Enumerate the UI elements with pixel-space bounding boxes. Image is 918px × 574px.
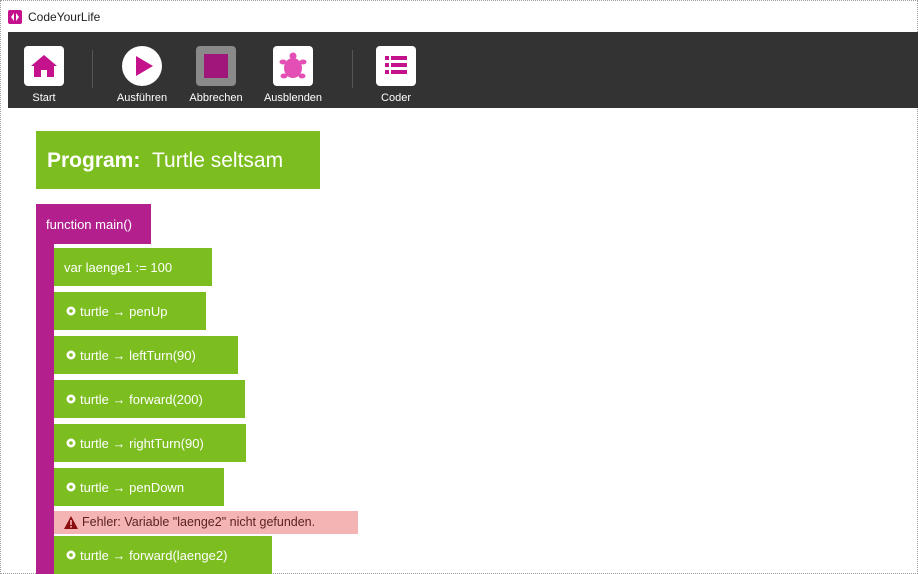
statement-block[interactable]: turtle → rightTurn(90): [54, 424, 246, 462]
start-button[interactable]: Start: [22, 32, 66, 108]
toolbar-separator: [92, 50, 93, 88]
statement-text: turtle → forward(200): [80, 392, 203, 407]
gear-icon: [65, 305, 77, 317]
gear-icon: [65, 349, 77, 361]
run-button[interactable]: Ausführen: [112, 32, 172, 108]
error-message: Fehler: Variable "laenge2" nicht gefunde…: [54, 511, 358, 534]
start-button-label: Start: [32, 92, 56, 104]
coder-button-label: Coder: [381, 92, 411, 104]
function-body-bar: [36, 204, 54, 574]
program-label: Program:: [47, 149, 141, 172]
statement-text: turtle → leftTurn(90): [80, 348, 196, 363]
hide-button-label: Ausblenden: [263, 92, 323, 104]
statement-text: var laenge1 := 100: [64, 260, 173, 275]
statement-text: turtle → penDown: [80, 480, 185, 495]
statement-block[interactable]: var laenge1 := 100: [54, 248, 212, 286]
app-logo-icon: [8, 10, 22, 24]
play-icon: [122, 46, 162, 86]
warning-icon: [64, 516, 78, 529]
cancel-button[interactable]: Abbrechen: [186, 32, 246, 108]
turtle-icon: [273, 46, 313, 86]
statement-block[interactable]: turtle → leftTurn(90): [54, 336, 238, 374]
gear-icon: [65, 481, 77, 493]
title-bar: CodeYourLife: [1, 1, 917, 31]
toolbar: Start Ausführen Abbrechen Ausblenden Cod…: [8, 32, 918, 108]
function-header-label: function main(): [46, 217, 132, 232]
statement-text: turtle → penUp: [80, 304, 168, 319]
stop-icon: [196, 46, 236, 86]
program-header-block[interactable]: Program: Turtle seltsam: [36, 131, 320, 189]
error-text: Fehler: Variable "laenge2" nicht gefunde…: [82, 515, 316, 529]
hide-button[interactable]: Ausblenden: [260, 32, 326, 108]
home-icon: [24, 46, 64, 86]
list-icon: [376, 46, 416, 86]
cancel-button-label: Abbrechen: [189, 92, 243, 104]
statement-block[interactable]: turtle → forward(200): [54, 380, 245, 418]
statement-text: turtle → forward(laenge2): [80, 548, 228, 563]
statement-text: turtle → rightTurn(90): [80, 436, 204, 451]
statement-block[interactable]: turtle → forward(laenge2): [54, 536, 272, 574]
toolbar-separator: [352, 50, 353, 88]
gear-icon: [65, 393, 77, 405]
gear-icon: [65, 437, 77, 449]
run-button-label: Ausführen: [116, 92, 168, 104]
function-header-block[interactable]: function main(): [36, 204, 151, 244]
gear-icon: [65, 549, 77, 561]
statement-block[interactable]: turtle → penUp: [54, 292, 206, 330]
program-name: Turtle seltsam: [152, 149, 284, 172]
coder-button[interactable]: Coder: [372, 32, 420, 108]
statement-block[interactable]: turtle → penDown: [54, 468, 224, 506]
app-title: CodeYourLife: [28, 10, 101, 24]
